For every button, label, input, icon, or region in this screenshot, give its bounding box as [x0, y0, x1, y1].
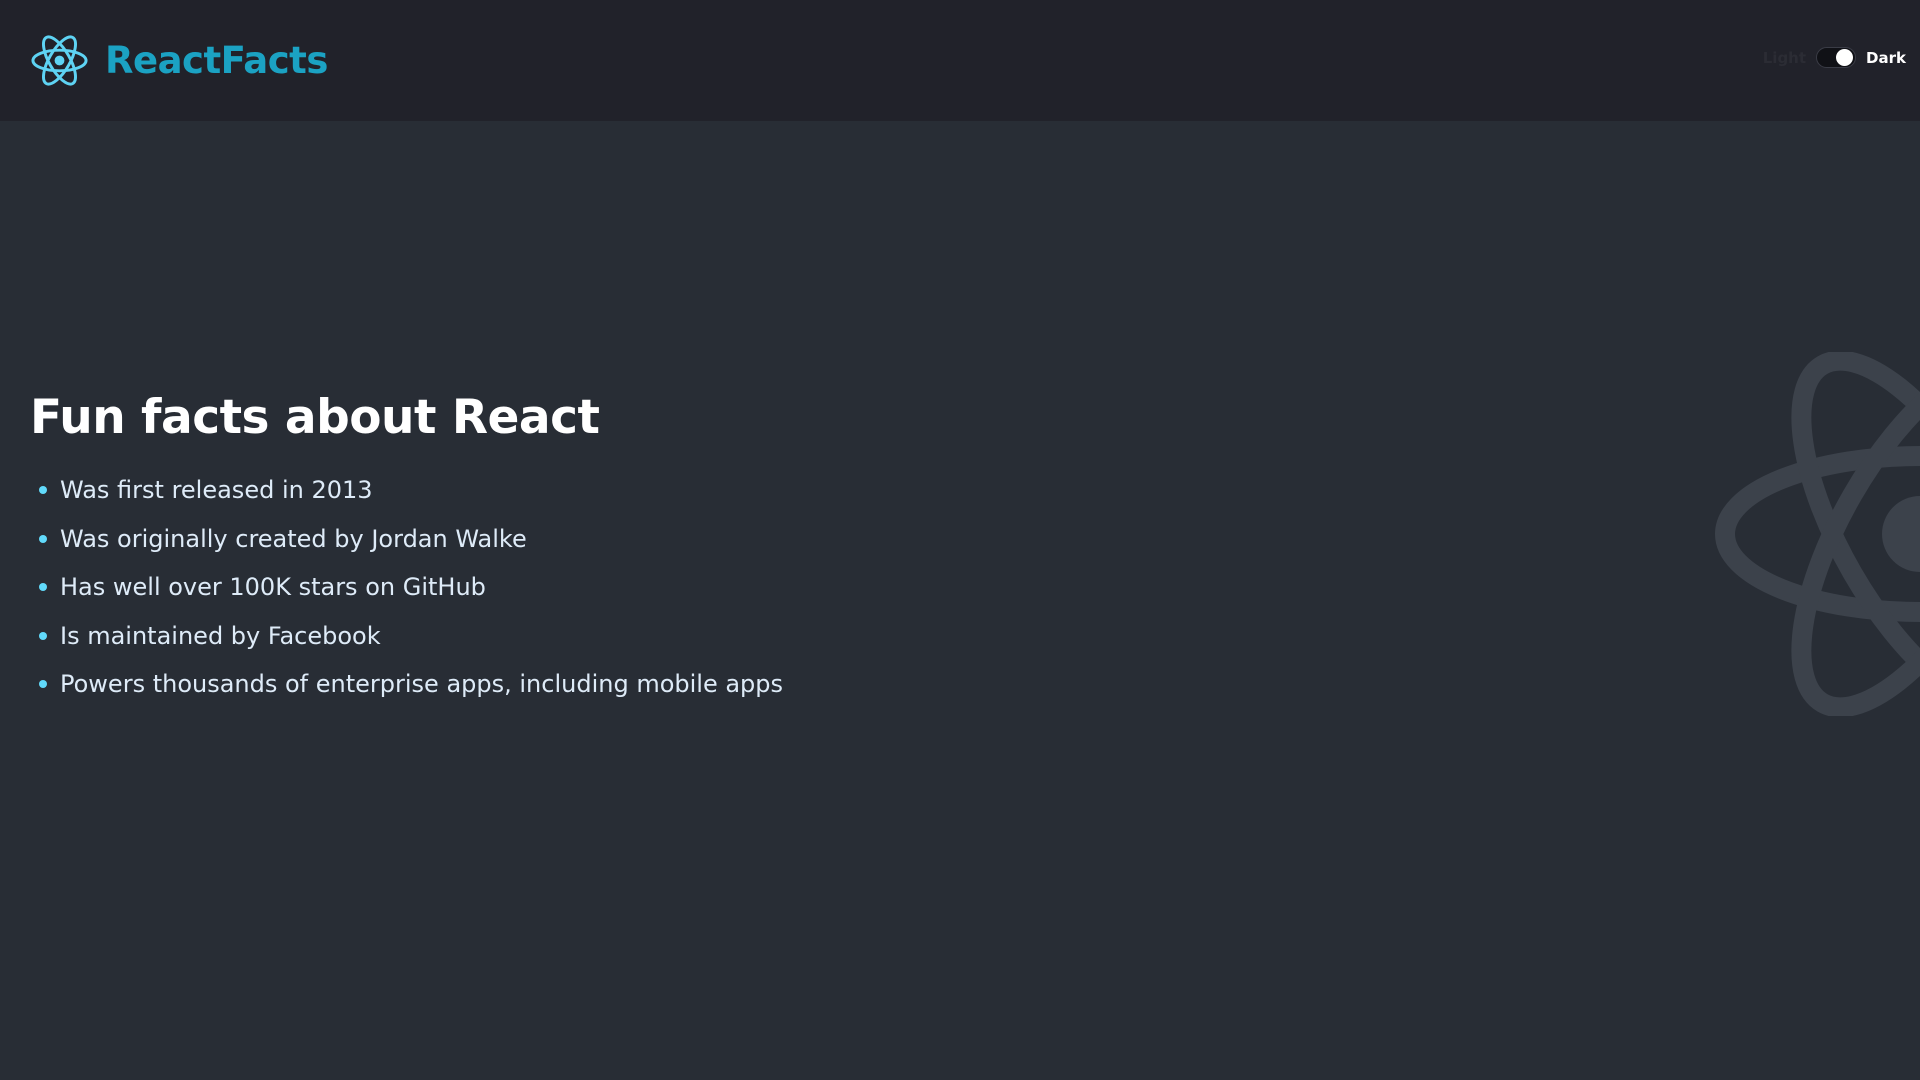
navbar: ReactFacts Light Dark: [0, 0, 1920, 121]
react-logo-icon: [31, 35, 88, 86]
fact-text: Was first released in 2013: [60, 476, 373, 504]
toggle-dark-label[interactable]: Dark: [1866, 49, 1906, 67]
bullet-icon: [39, 631, 47, 640]
fact-item: Powers thousands of enterprise apps, inc…: [30, 660, 930, 709]
fact-text: Is maintained by Facebook: [60, 621, 381, 650]
bullet-icon: [39, 486, 47, 494]
fact-item: Is maintained by Facebook: [30, 612, 930, 661]
bullet-icon: [39, 583, 47, 591]
facts-list: Was first released in 2013 Was originall…: [30, 466, 930, 709]
react-watermark-icon: [1712, 352, 1920, 716]
main-content: Fun facts about React Was first released…: [30, 388, 930, 709]
page-title: Fun facts about React: [30, 390, 600, 445]
toggle-knob: [1836, 49, 1854, 66]
bullet-icon: [39, 680, 47, 688]
bullet-icon: [39, 534, 47, 543]
brand[interactable]: ReactFacts: [30, 31, 328, 90]
toggle-light-label[interactable]: Light: [1763, 49, 1806, 67]
fact-item: Was originally created by Jordan Walke: [30, 515, 930, 564]
theme-toggle-switch[interactable]: [1816, 47, 1857, 68]
theme-toggle: Light Dark: [1763, 47, 1906, 68]
fact-item: Has well over 100K stars on GitHub: [30, 563, 930, 612]
brand-title: ReactFacts: [105, 39, 328, 82]
fact-text: Powers thousands of enterprise apps, inc…: [60, 670, 784, 698]
fact-text: Was originally created by Jordan Walke: [60, 524, 527, 553]
fact-item: Was first released in 2013: [30, 466, 930, 515]
fact-text: Has well over 100K stars on GitHub: [60, 573, 486, 601]
